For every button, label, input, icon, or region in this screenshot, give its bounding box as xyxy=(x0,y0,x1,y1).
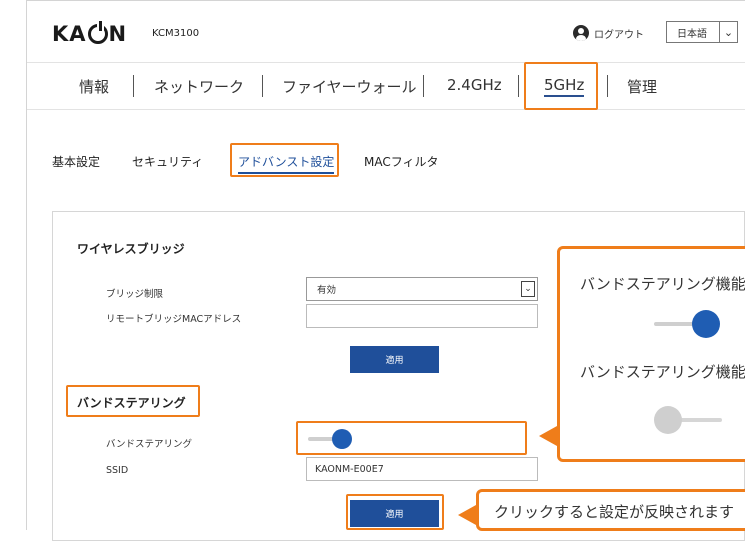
highlight-advanced-tab xyxy=(230,143,339,177)
logo-text-left: KA xyxy=(52,22,87,46)
bridge-limit-value: 有効 xyxy=(317,285,337,296)
ssid-label: SSID xyxy=(106,465,129,476)
toggle-explanation-callout: バンドステアリング機能 バンドステアリング機能 xyxy=(557,246,745,462)
callout-line-off: バンドステアリング機能 xyxy=(580,363,745,381)
bridge-apply-button[interactable]: 適用 xyxy=(350,346,439,373)
nav-item-network[interactable]: ネットワーク xyxy=(154,76,244,97)
callout-toggle-on xyxy=(654,310,720,338)
apply-tip-callout: クリックすると設定が反映されます xyxy=(476,489,745,531)
highlight-apply-button xyxy=(346,494,444,530)
logout-label: ログアウト xyxy=(594,29,644,41)
chevron-down-icon: ⌄ xyxy=(719,22,737,42)
bridge-limit-label: ブリッジ制限 xyxy=(106,289,164,300)
tip-pointer xyxy=(458,505,476,525)
language-value: 日本語 xyxy=(677,28,707,40)
frame-top-border xyxy=(26,0,745,1)
nav-separator xyxy=(262,75,263,97)
bridge-apply-label: 適用 xyxy=(385,356,404,366)
model-name: KCM3100 xyxy=(152,28,200,39)
wireless-bridge-title: ワイヤレスブリッジ xyxy=(77,242,185,256)
highlight-band-steering-toggle xyxy=(296,421,527,455)
ssid-value: KAONM-E00E7 xyxy=(315,463,384,475)
chevron-down-icon: ⌄ xyxy=(521,281,535,297)
callout-pointer xyxy=(539,426,557,446)
nav-separator xyxy=(423,75,424,97)
language-select[interactable]: 日本語 ⌄ xyxy=(666,21,738,43)
nav-separator xyxy=(518,75,519,97)
nav-item-info[interactable]: 情報 xyxy=(79,76,109,97)
callout-line-on: バンドステアリング機能 xyxy=(580,275,745,293)
logo-text-right: N xyxy=(108,22,128,46)
tip-text: クリックすると設定が反映されます xyxy=(494,503,735,521)
toggle-knob xyxy=(692,310,720,338)
remote-mac-label: リモートブリッジMACアドレス xyxy=(106,314,242,325)
nav-item-admin[interactable]: 管理 xyxy=(627,76,657,97)
ssid-input[interactable]: KAONM-E00E7 xyxy=(306,457,538,481)
user-icon xyxy=(573,25,589,41)
band-steering-toggle-label: バンドステアリング xyxy=(106,439,192,450)
nav-item-firewall[interactable]: ファイヤーウォール xyxy=(282,76,417,97)
nav-item-24ghz[interactable]: 2.4GHz xyxy=(447,76,502,94)
logout-button[interactable]: ログアウト xyxy=(573,25,644,41)
toggle-knob xyxy=(654,406,682,434)
callout-toggle-off xyxy=(654,406,722,434)
nav-separator xyxy=(607,75,608,97)
kaon-logo: KA N xyxy=(52,21,127,47)
remote-mac-input[interactable] xyxy=(306,304,538,328)
subtab-security[interactable]: セキュリティ xyxy=(132,153,203,170)
power-icon xyxy=(87,21,108,44)
bridge-limit-select[interactable]: 有効 ⌄ xyxy=(306,277,538,301)
subtab-basic[interactable]: 基本設定 xyxy=(52,153,100,170)
main-nav: 情報 ネットワーク ファイヤーウォール 2.4GHz 5GHz 管理 xyxy=(27,62,745,110)
highlight-5ghz xyxy=(524,62,598,110)
highlight-band-steering-title xyxy=(66,385,200,417)
nav-separator xyxy=(133,75,134,97)
subtab-mac-filter[interactable]: MACフィルタ xyxy=(364,153,439,170)
